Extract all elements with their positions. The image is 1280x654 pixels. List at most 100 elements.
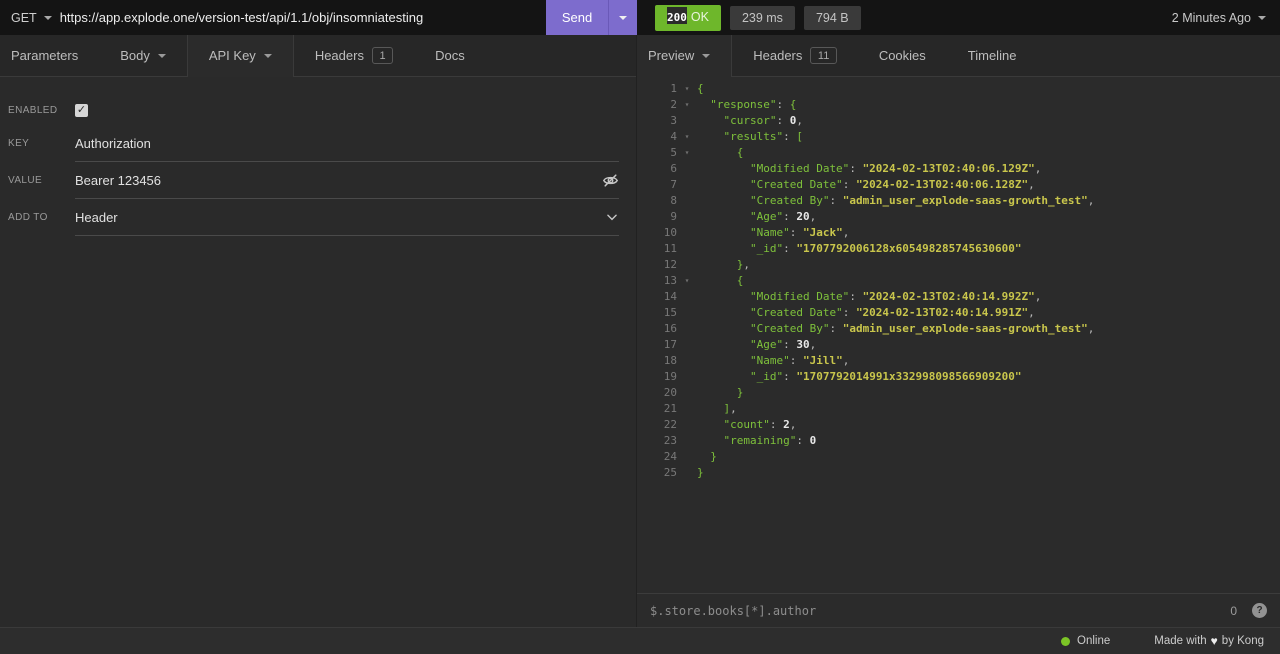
line-number: 17: [637, 337, 677, 353]
status-bar: Online Made with ♥ by Kong: [0, 627, 1280, 654]
line-number: 19: [637, 369, 677, 385]
send-options-button[interactable]: [608, 0, 637, 35]
code-line-content: "Modified Date": "2024-02-13T02:40:06.12…: [697, 161, 1280, 177]
line-number: 21: [637, 401, 677, 417]
fold-spacer: [677, 209, 697, 225]
line-number: 9: [637, 209, 677, 225]
url-input[interactable]: https://app.explode.one/version-test/api…: [60, 0, 546, 35]
enabled-checkbox[interactable]: ✓: [75, 104, 88, 117]
code-line-content: },: [697, 257, 1280, 273]
tab-count-badge: 11: [810, 47, 836, 64]
response-preview[interactable]: 1▾{2▾"response": {3"cursor": 0,4▾"result…: [637, 77, 1280, 593]
fold-spacer: [677, 353, 697, 369]
code-line: 24}: [637, 449, 1280, 465]
value-field[interactable]: Bearer 123456: [75, 162, 619, 199]
line-number: 1: [637, 81, 677, 97]
line-number: 5: [637, 145, 677, 161]
toggle-visibility-button[interactable]: [602, 172, 619, 189]
enabled-control: ✓: [75, 95, 619, 125]
line-number: 3: [637, 113, 677, 129]
code-line: 21],: [637, 401, 1280, 417]
send-button[interactable]: Send: [546, 0, 608, 35]
fold-spacer: [677, 321, 697, 337]
online-label: Online: [1077, 635, 1110, 647]
request-tabbar: Parameters Body API Key Headers1 Docs: [0, 35, 636, 77]
fold-spacer: [677, 241, 697, 257]
fold-caret-icon[interactable]: ▾: [677, 97, 697, 113]
tab-headers[interactable]: Headers11: [732, 35, 858, 76]
code-line-content: ],: [697, 401, 1280, 417]
tab-docs[interactable]: Docs: [414, 35, 486, 76]
chevron-down-icon: [619, 16, 627, 20]
line-number: 11: [637, 241, 677, 257]
tab-cookies[interactable]: Cookies: [858, 35, 947, 76]
tab-api-key[interactable]: API Key: [187, 35, 294, 76]
tab-label: Cookies: [879, 48, 926, 63]
fold-spacer: [677, 385, 697, 401]
tab-label: Docs: [435, 48, 465, 63]
status-text: OK: [691, 10, 709, 24]
fold-spacer: [677, 305, 697, 321]
chevron-down-icon: [44, 16, 52, 20]
key-label: KEY: [8, 138, 75, 149]
code-line-content: "Modified Date": "2024-02-13T02:40:14.99…: [697, 289, 1280, 305]
fold-spacer: [677, 257, 697, 273]
code-line-content: "Created By": "admin_user_explode-saas-g…: [697, 321, 1280, 337]
fold-spacer: [677, 465, 697, 481]
fold-caret-icon[interactable]: ▾: [677, 145, 697, 161]
tab-label: Preview: [648, 48, 694, 63]
response-meta: 200OK 239 ms 794 B: [637, 0, 861, 35]
line-number: 15: [637, 305, 677, 321]
fold-caret-icon[interactable]: ▾: [677, 81, 697, 97]
fold-spacer: [677, 177, 697, 193]
code-line: 13▾{: [637, 273, 1280, 289]
code-line: 2▾"response": {: [637, 97, 1280, 113]
url-zone: GET https://app.explode.one/version-test…: [0, 0, 637, 35]
fold-spacer: [677, 433, 697, 449]
chevron-down-icon: [702, 54, 710, 58]
code-line: 5▾{: [637, 145, 1280, 161]
tab-timeline[interactable]: Timeline: [947, 35, 1038, 76]
chevron-down-icon: [1258, 16, 1266, 20]
help-icon[interactable]: ?: [1252, 603, 1267, 618]
insomnia-window: GET https://app.explode.one/version-test…: [0, 0, 1280, 654]
method-dropdown[interactable]: GET: [0, 0, 60, 35]
value-text: Bearer 123456: [75, 173, 161, 188]
tab-headers[interactable]: Headers1: [294, 35, 414, 76]
status-code: 200: [667, 7, 687, 24]
line-number: 22: [637, 417, 677, 433]
tab-body[interactable]: Body: [99, 35, 187, 76]
fold-spacer: [677, 417, 697, 433]
fold-caret-icon[interactable]: ▾: [677, 129, 697, 145]
filter-jsonpath-input[interactable]: [650, 604, 1230, 618]
code-line-content: "Age": 20,: [697, 209, 1280, 225]
code-line-content: "cursor": 0,: [697, 113, 1280, 129]
code-line-content: "Name": "Jill",: [697, 353, 1280, 369]
fold-caret-icon[interactable]: ▾: [677, 273, 697, 289]
kong-credit[interactable]: Made with ♥ by Kong: [1154, 634, 1264, 648]
fold-spacer: [677, 113, 697, 129]
code-line-content: "Created Date": "2024-02-13T02:40:14.991…: [697, 305, 1280, 321]
response-history-dropdown[interactable]: 2 Minutes Ago: [1172, 0, 1280, 35]
code-line-content: "count": 2,: [697, 417, 1280, 433]
tab-label: API Key: [209, 48, 256, 63]
by-kong-label: by Kong: [1222, 635, 1264, 647]
code-line: 22 "count": 2,: [637, 417, 1280, 433]
code-line-content: "Age": 30,: [697, 337, 1280, 353]
tab-parameters[interactable]: Parameters: [0, 35, 99, 76]
line-number: 6: [637, 161, 677, 177]
add-to-select[interactable]: Header: [75, 199, 619, 236]
code-line-content: "response": {: [697, 97, 1280, 113]
key-field[interactable]: Authorization: [75, 125, 619, 162]
chevron-down-icon: [605, 210, 619, 224]
tab-label: Body: [120, 48, 150, 63]
fold-spacer: [677, 193, 697, 209]
online-dot-icon: [1061, 637, 1070, 646]
value-row: VALUE Bearer 123456: [8, 162, 619, 199]
online-status[interactable]: Online: [1061, 635, 1110, 647]
code-line-content: }: [697, 385, 1280, 401]
code-line: 8"Created By": "admin_user_explode-saas-…: [637, 193, 1280, 209]
chevron-down-icon: [158, 54, 166, 58]
tab-preview[interactable]: Preview: [637, 35, 732, 76]
method-label: GET: [11, 11, 37, 25]
